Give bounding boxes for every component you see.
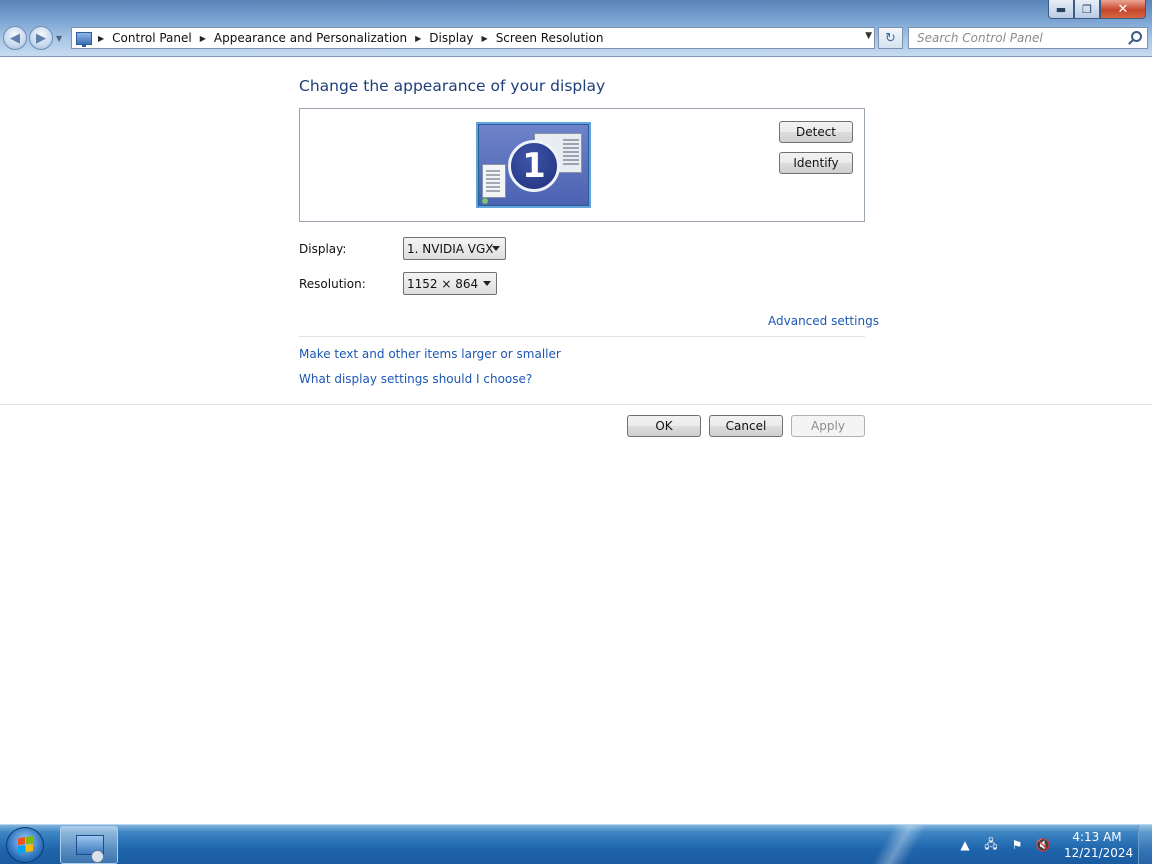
chevron-down-icon [483, 281, 491, 286]
show-hidden-icons-icon[interactable]: ▲ [957, 837, 973, 853]
windows-logo-icon [18, 836, 34, 854]
advanced-settings-link[interactable]: Advanced settings [768, 314, 879, 328]
system-tray: ▲ 🖧 ⚑ 🔇 4:13 AM 12/21/2024 [952, 825, 1152, 864]
close-button[interactable]: ✕ [1100, 0, 1146, 19]
address-bar[interactable]: ▶ Control Panel ▶ Appearance and Persona… [71, 27, 875, 49]
back-button[interactable]: ◀ [3, 26, 27, 50]
window-chrome: ▬ ❐ ✕ ◀ ▶ ▼ ▶ Control Panel ▶ Appearance… [0, 0, 1152, 57]
ok-button[interactable]: OK [627, 415, 701, 437]
chevron-down-icon [492, 246, 500, 251]
page-title: Change the appearance of your display [299, 77, 606, 95]
minimize-button[interactable]: ▬ [1048, 0, 1074, 19]
monitor-start-icon [482, 198, 488, 204]
monitor-window-icon [482, 164, 506, 198]
address-dropdown-icon[interactable]: ▼ [865, 31, 872, 41]
forward-arrow-icon: ▶ [36, 30, 46, 46]
cancel-button[interactable]: Cancel [709, 415, 783, 437]
network-icon[interactable]: 🖧 [983, 837, 999, 853]
maximize-button[interactable]: ❐ [1074, 0, 1100, 19]
main-content: Change the appearance of your display 1 … [0, 58, 1152, 824]
detect-button[interactable]: Detect [779, 121, 853, 143]
display-select-value: 1. NVIDIA VGX [407, 241, 494, 256]
clock-date: 12/21/2024 [1064, 846, 1134, 860]
apply-button[interactable]: Apply [791, 415, 865, 437]
resolution-select-value: 1152 × 864 [407, 276, 479, 291]
start-button[interactable] [6, 827, 44, 863]
display-label: Display: [299, 242, 347, 256]
breadcrumb-arrow-icon[interactable]: ▶ [482, 34, 488, 43]
breadcrumb-arrow-icon[interactable]: ▶ [200, 34, 206, 43]
taskbar-glare [860, 825, 950, 864]
footer-divider [0, 404, 1152, 405]
monitor-number-badge: 1 [508, 140, 560, 192]
navigation-buttons: ◀ ▶ ▼ [3, 26, 62, 50]
resolution-select[interactable]: 1152 × 864 [403, 272, 497, 295]
window-controls: ▬ ❐ ✕ [1048, 0, 1146, 19]
clock-time: 4:13 AM [1072, 830, 1122, 844]
refresh-icon: ↻ [885, 30, 896, 46]
taskbar-item-screen-resolution[interactable] [60, 826, 118, 864]
text-size-link[interactable]: Make text and other items larger or smal… [299, 347, 561, 361]
display-settings-help-link[interactable]: What display settings should I choose? [299, 372, 532, 386]
breadcrumb-arrow-icon[interactable]: ▶ [415, 34, 421, 43]
divider [299, 336, 865, 337]
breadcrumb-arrow-icon[interactable]: ▶ [98, 34, 104, 43]
breadcrumb-appearance[interactable]: Appearance and Personalization [214, 31, 407, 45]
identify-button[interactable]: Identify [779, 152, 853, 174]
display-select[interactable]: 1. NVIDIA VGX [403, 237, 506, 260]
monitor-1-icon[interactable]: 1 [476, 122, 591, 208]
refresh-button[interactable]: ↻ [878, 27, 903, 49]
search-input[interactable]: Search Control Panel [908, 27, 1148, 49]
control-panel-icon [76, 31, 92, 47]
forward-button[interactable]: ▶ [29, 26, 53, 50]
volume-muted-icon[interactable]: 🔇 [1035, 837, 1051, 853]
back-arrow-icon: ◀ [10, 30, 20, 46]
resolution-label: Resolution: [299, 277, 366, 291]
monitor-preview-box: 1 Detect Identify [299, 108, 865, 222]
action-center-flag-icon[interactable]: ⚑ [1009, 837, 1025, 853]
taskbar: ▲ 🖧 ⚑ 🔇 4:13 AM 12/21/2024 [0, 824, 1152, 864]
recent-pages-dropdown-icon[interactable]: ▼ [56, 34, 62, 43]
search-placeholder: Search Control Panel [917, 31, 1043, 45]
breadcrumb-display[interactable]: Display [429, 31, 473, 45]
display-settings-icon [76, 835, 104, 863]
clock[interactable]: 4:13 AM 12/21/2024 [1064, 829, 1134, 861]
breadcrumb-screen-resolution[interactable]: Screen Resolution [496, 31, 604, 45]
breadcrumb-control-panel[interactable]: Control Panel [112, 31, 192, 45]
search-icon[interactable] [1131, 31, 1142, 42]
show-desktop-button[interactable] [1138, 825, 1152, 864]
